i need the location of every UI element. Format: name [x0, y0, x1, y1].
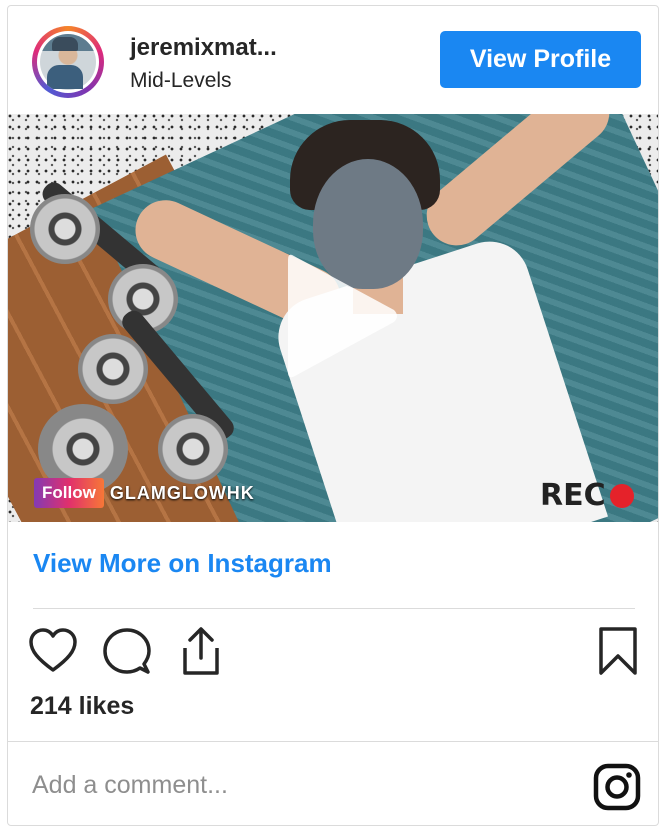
heart-icon[interactable] — [28, 626, 78, 676]
play-icon[interactable] — [276, 246, 406, 386]
follow-handle: GLAMGLOWHK — [109, 482, 255, 503]
action-bar — [28, 626, 638, 678]
avatar[interactable] — [32, 26, 104, 98]
follow-overlay: Follow GLAMGLOWHK — [34, 478, 255, 508]
dumbbell-plate — [158, 414, 228, 484]
rec-label: REC — [540, 478, 606, 513]
avatar-image — [37, 31, 99, 93]
post-header: jeremixmat... Mid-Levels View Profile — [8, 6, 658, 114]
likes-count[interactable]: 214 likes — [30, 692, 134, 721]
video-thumbnail[interactable]: Follow GLAMGLOWHK REC — [8, 114, 658, 522]
instagram-icon[interactable] — [593, 763, 641, 811]
dumbbell-plate — [78, 334, 148, 404]
comment-input[interactable] — [30, 770, 554, 801]
instagram-embed-card: jeremixmat... Mid-Levels View Profile Fo… — [7, 5, 659, 826]
view-profile-button[interactable]: View Profile — [440, 31, 641, 88]
rec-indicator: REC — [540, 478, 634, 513]
username[interactable]: jeremixmat... — [130, 34, 277, 62]
follow-badge: Follow — [34, 478, 104, 508]
dumbbell-plate — [30, 194, 100, 264]
record-dot-icon — [609, 483, 634, 508]
share-icon[interactable] — [176, 626, 226, 676]
divider — [33, 608, 635, 609]
view-more-link[interactable]: View More on Instagram — [33, 548, 332, 579]
comment-bar — [8, 741, 658, 825]
comment-icon[interactable] — [102, 626, 152, 676]
bookmark-icon[interactable] — [593, 626, 643, 676]
location[interactable]: Mid-Levels — [130, 69, 232, 93]
